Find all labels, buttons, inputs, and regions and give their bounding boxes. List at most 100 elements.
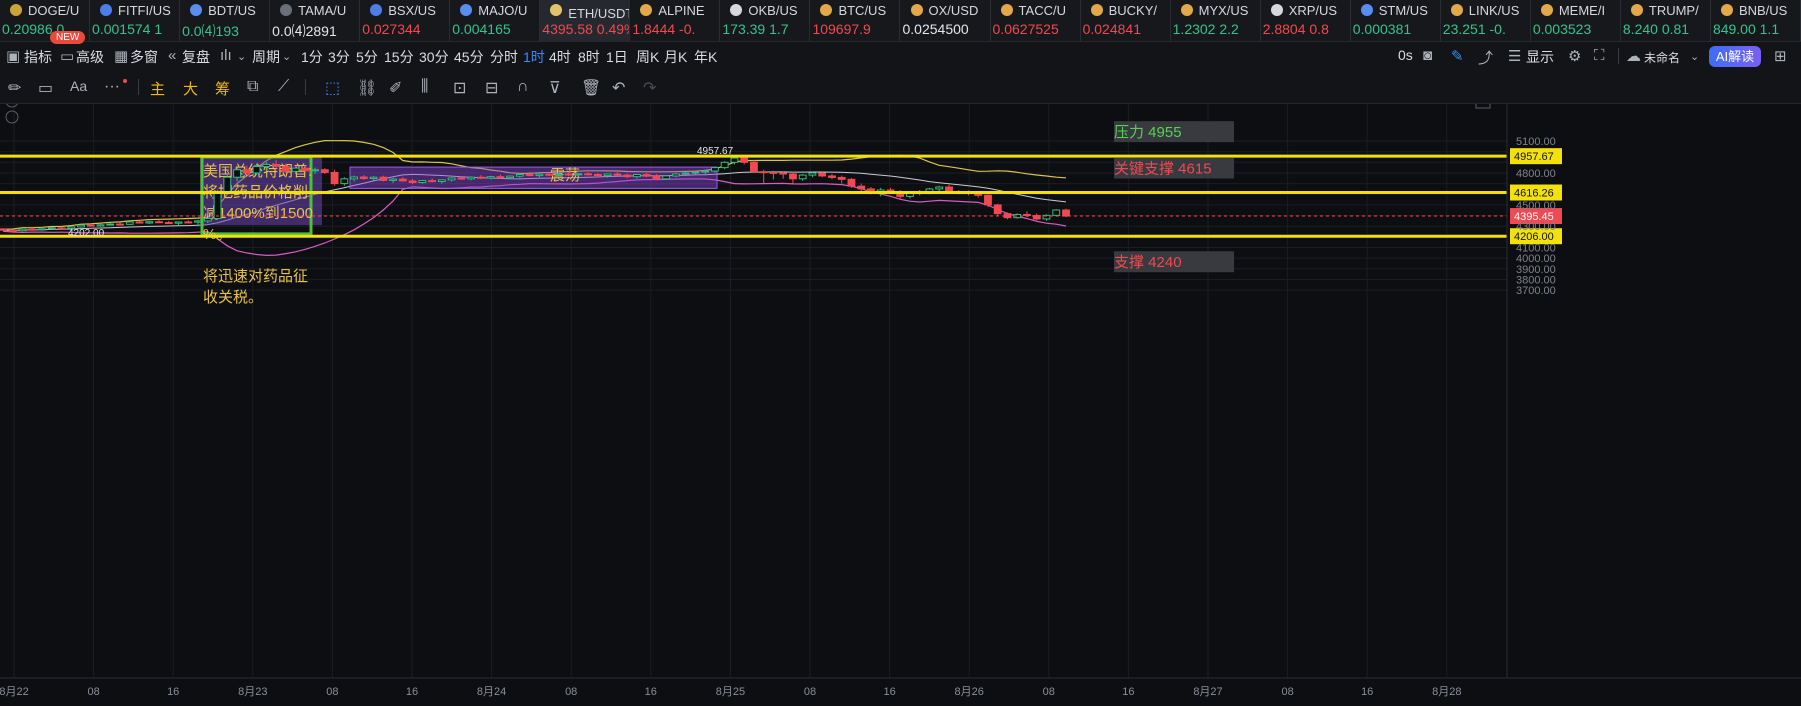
candle-body[interactable] [496,176,505,179]
candle-body[interactable] [486,176,495,179]
candle-body[interactable] [467,176,476,180]
candle-body[interactable] [847,178,856,187]
candle-body[interactable] [515,174,524,177]
candle-body[interactable] [18,228,27,232]
candle-body[interactable] [935,186,944,190]
interval-tab[interactable]: 15分 [384,47,414,67]
candle-body[interactable] [945,186,953,193]
candle-body[interactable] [681,172,690,175]
candle-body[interactable] [96,224,105,227]
candle-body[interactable] [301,167,310,172]
ticker-item[interactable]: XRP/US 2.8804 0.8 [1261,0,1351,41]
chart-type-icon[interactable]: ılı [220,47,232,64]
ticker-item[interactable]: ETH/USDT永续4395.58 0.49% [540,0,631,41]
candle-body[interactable] [642,174,651,177]
candle-body[interactable] [623,174,632,178]
candle-body[interactable] [506,175,515,179]
more-icon[interactable]: ··· [104,78,120,96]
ticker-item[interactable]: TAMA/U 0.0⑷2891 [270,0,361,41]
interval-tab[interactable]: 1时 [523,47,545,67]
ticker-item[interactable]: BNB/US 849.00 1.1 [1711,0,1801,41]
pencil-icon[interactable]: ✏ [8,78,21,98]
price-chart[interactable]: 震荡美国总统特朗普:将把药品价格削减1400%到1500%。将迅速对药品征收关税… [0,104,1801,706]
candle-body[interactable] [8,229,17,232]
trash-icon[interactable]: 🗑 [581,78,601,98]
candle-body[interactable] [242,169,251,174]
text-icon[interactable]: Aa [70,78,87,94]
interval-tab[interactable]: 8时 [578,47,600,67]
candle-body[interactable] [993,204,1002,215]
candle-body[interactable] [408,180,417,184]
candle-body[interactable] [194,220,202,223]
candle-body[interactable] [359,176,368,179]
ticker-item[interactable]: BUCKY/0.024841 [1081,0,1171,41]
candle-body[interactable] [350,176,358,180]
list-icon[interactable]: ☰ [1508,47,1521,65]
expand-icon[interactable]: ⊞ [1774,47,1787,65]
candle-body[interactable] [320,169,329,173]
link-icon[interactable]: ⛓ [357,78,377,98]
candle-body[interactable] [86,224,95,227]
interval-tab[interactable]: 分时 [490,47,518,67]
candle-body[interactable] [779,172,788,175]
ticker-item[interactable]: MAJO/U 0.004165 [450,0,541,41]
interval-tab[interactable]: 月K [664,47,687,67]
pen-icon[interactable]: ✎ [1451,47,1464,65]
display-button[interactable]: 显示 [1526,47,1554,67]
candle-body[interactable] [1052,209,1061,216]
multi-window-button[interactable]: 多窗 [130,47,158,67]
candle-body[interactable] [828,175,836,178]
candle-body[interactable] [135,221,144,224]
indicators-icon[interactable]: ▣ [6,47,20,65]
candle-body[interactable] [145,221,154,224]
magnet-icon[interactable]: ∩ [517,78,529,96]
candle-body[interactable] [798,174,807,180]
template-icon[interactable]: ⊟ [485,78,498,98]
candle-body[interactable] [418,180,427,184]
candle-body[interactable] [476,176,485,179]
candle-body[interactable] [535,173,544,177]
fullscreen-icon[interactable]: ⛶ [1594,47,1605,64]
candle-body[interactable] [379,176,388,181]
advanced-icon[interactable]: ▭ [60,47,74,65]
candle-body[interactable] [213,191,222,220]
candle-body[interactable] [164,221,173,224]
candle-body[interactable] [818,172,827,177]
consolidation-box[interactable] [349,166,718,189]
candle-body[interactable] [184,221,193,224]
candle-body[interactable] [28,228,37,231]
candle-body[interactable] [47,227,56,230]
interval-tab[interactable]: 1日 [606,47,628,67]
candle-body[interactable] [545,173,554,176]
ticker-item[interactable]: MEME/I 0.003523 [1531,0,1621,41]
candle-body[interactable] [750,161,758,173]
candle-body[interactable] [593,174,602,177]
ai-read-button[interactable]: AI解读 [1709,46,1761,67]
candle-icon[interactable]: ⫼ [421,78,428,96]
ticker-item[interactable]: STM/US 0.000381 [1351,0,1441,41]
gear-icon[interactable]: ⚙ [1568,47,1581,65]
candle-body[interactable] [155,221,163,224]
candle-body[interactable] [125,221,134,225]
chip-button[interactable]: 筹 [215,78,230,99]
chevron-down-icon[interactable]: ⌄ [1690,50,1699,63]
candle-body[interactable] [769,171,778,174]
candle-body[interactable] [116,223,124,226]
candle-body[interactable] [730,157,739,163]
candle-body[interactable] [233,169,241,178]
candle-body[interactable] [857,185,866,190]
cloud-icon[interactable]: ☁ [1626,47,1641,65]
candle-body[interactable] [174,221,183,224]
candle-body[interactable] [1062,209,1070,217]
candle-body[interactable] [701,170,710,173]
chevron-down-icon[interactable]: ⌄ [237,50,246,63]
ticker-item[interactable]: OKB/US 173.39 1.7 [720,0,811,41]
ticker-item[interactable]: ALPINE 1.8444 -0. [630,0,721,41]
candle-body[interactable] [437,179,446,182]
ticker-item[interactable]: BSX/US 0.027344 [360,0,451,41]
ticker-item[interactable]: OX/USD 0.0254500 [901,0,991,41]
lock-icon[interactable]: ⊡ [453,78,466,98]
candle-body[interactable] [613,173,622,176]
candle-body[interactable] [671,173,680,177]
candle-body[interactable] [389,178,398,181]
